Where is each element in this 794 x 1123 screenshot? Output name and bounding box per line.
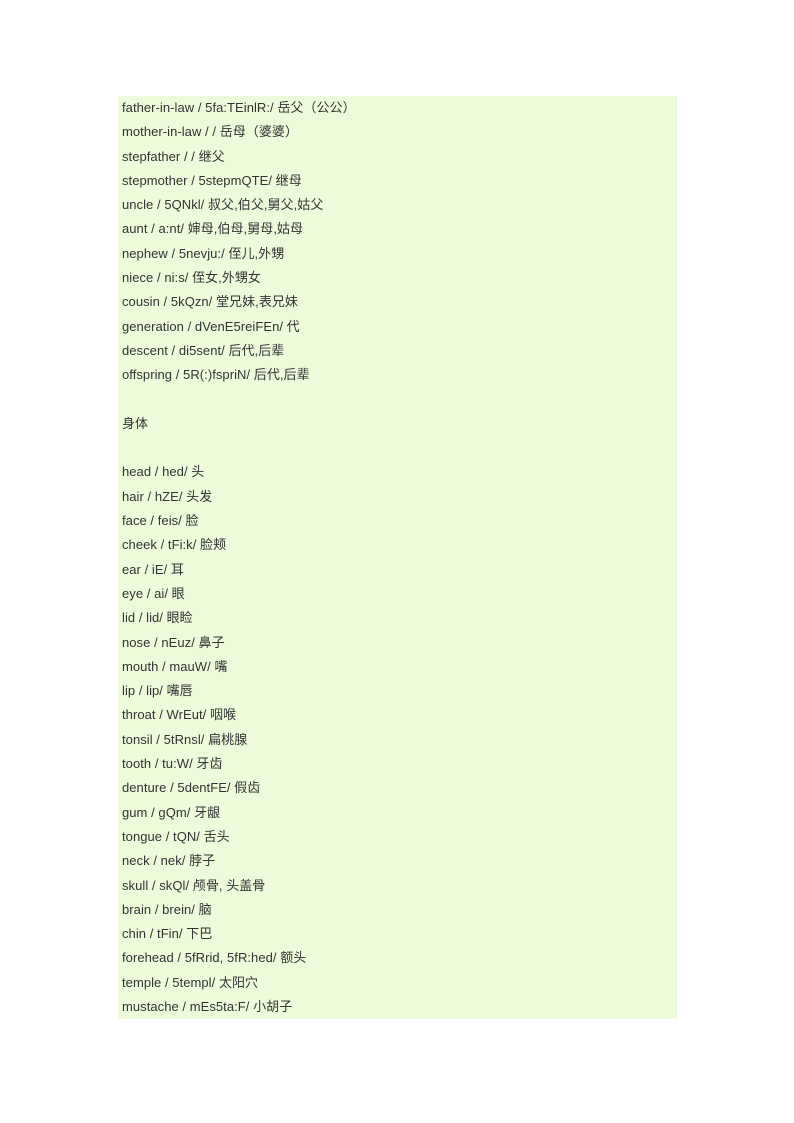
vocabulary-entry: throat / WrEut/ 咽喉 — [122, 707, 237, 723]
vocabulary-entry: neck / nek/ 脖子 — [122, 853, 216, 869]
vocabulary-entry: tonsil / 5tRnsl/ 扁桃腺 — [122, 731, 248, 747]
vocabulary-entry: tooth / tu:W/ 牙齿 — [122, 756, 223, 772]
vocabulary-entry: cousin / 5kQzn/ 堂兄妹,表兄妹 — [122, 294, 298, 310]
vocabulary-entry: father-in-law / 5fa:TEinlR:/ 岳父（公公） — [122, 100, 356, 115]
vocabulary-entry: cheek / tFi:k/ 脸颊 — [122, 537, 227, 553]
vocabulary-entry: chin / tFin/ 下巴 — [122, 926, 213, 942]
vocabulary-entry: temple / 5templ/ 太阳穴 — [122, 974, 259, 990]
vocabulary-entry: eye / ai/ 眼 — [122, 585, 185, 601]
vocabulary-entry: lid / lid/ 眼睑 — [122, 610, 193, 626]
vocabulary-content-block: father-in-law / 5fa:TEinlR:/ 岳父（公公） mothe… — [118, 96, 677, 1020]
vocabulary-entry: tongue / tQN/ 舌头 — [122, 828, 230, 844]
vocabulary-entry: nose / nEuz/ 鼻子 — [122, 634, 225, 650]
vocabulary-entry: hair / hZE/ 头发 — [122, 488, 213, 504]
vocabulary-entry: stepmother / 5stepmQTE/ 继母 — [122, 172, 302, 188]
vocabulary-entry: head / hed/ 头 — [122, 464, 205, 480]
vocabulary-entry: face / feis/ 脸 — [122, 513, 199, 529]
vocabulary-list: father-in-law / 5fa:TEinlR:/ 岳父（公公） mothe… — [118, 96, 677, 1019]
vocabulary-entry: niece / ni:s/ 侄女,外甥女 — [122, 270, 261, 286]
vocabulary-entry: nephew / 5nevju:/ 侄儿,外甥 — [122, 245, 285, 261]
vocabulary-entry: generation / dVenE5reiFEn/ 代 — [122, 318, 300, 334]
vocabulary-entry: mustache / mEs5ta:F/ 小胡子 — [122, 998, 293, 1014]
vocabulary-entry: ear / iE/ 耳 — [122, 561, 184, 577]
vocabulary-entry: mother-in-law / / 岳母（婆婆） — [122, 124, 299, 140]
section-heading: 身体 — [122, 415, 149, 431]
vocabulary-entry: lip / lip/ 嘴唇 — [122, 683, 193, 699]
vocabulary-entry: forehead / 5fRrid, 5fR:hed/ 额头 — [122, 950, 307, 966]
vocabulary-entry: aunt / a:nt/ 婶母,伯母,舅母,姑母 — [122, 221, 304, 237]
vocabulary-entry: denture / 5dentFE/ 假齿 — [122, 780, 261, 796]
vocabulary-entry: mouth / mauW/ 嘴 — [122, 658, 228, 674]
document-page: father-in-law / 5fa:TEinlR:/ 岳父（公公） mothe… — [0, 0, 794, 1123]
vocabulary-entry: skull / skQl/ 颅骨, 头盖骨 — [122, 877, 266, 893]
vocabulary-entry: descent / di5sent/ 后代,后辈 — [122, 342, 285, 358]
vocabulary-entry: offspring / 5R(:)fspriN/ 后代,后辈 — [122, 367, 310, 383]
vocabulary-entry: uncle / 5QNkl/ 叔父,伯父,舅父,姑父 — [122, 197, 324, 213]
vocabulary-entry: brain / brein/ 脑 — [122, 901, 212, 917]
vocabulary-entry: gum / gQm/ 牙龈 — [122, 804, 221, 820]
vocabulary-entry: stepfather / / 继父 — [122, 148, 225, 164]
